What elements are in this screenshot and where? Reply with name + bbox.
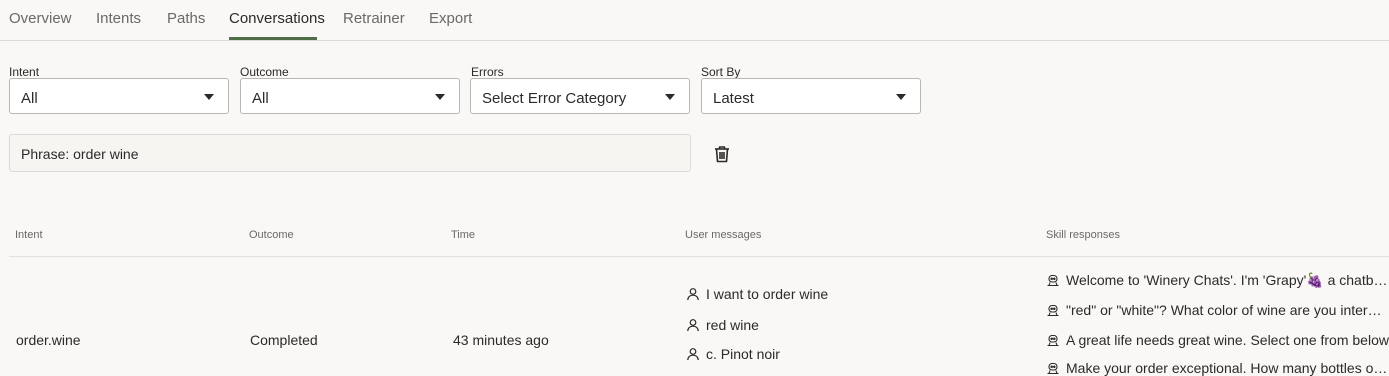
intent-select-value: All [21,90,38,107]
chevron-down-icon [896,94,906,100]
row-time: 43 minutes ago [453,332,549,348]
skill-response: Welcome to 'Winery Chats'. I'm 'Grapy'🍇 … [1046,272,1389,289]
tab-bar: Overview Intents Paths Conversations Ret… [0,0,1389,41]
skill-response-text: "red" or "white"? What color of wine are… [1066,302,1389,318]
intent-filter-label: Intent [9,65,40,79]
column-header-user-messages[interactable]: User messages [685,229,761,241]
skill-response-text: A great life needs great wine. Select on… [1066,332,1389,348]
chevron-down-icon [204,94,214,100]
row-intent: order.wine [16,332,81,348]
user-message-text: I want to order wine [706,286,829,302]
errors-filter-label: Errors [471,65,504,79]
column-header-intent[interactable]: Intent [15,229,43,241]
tab-intents[interactable]: Intents [96,10,141,27]
user-message-text: red wine [706,317,759,333]
errors-select[interactable]: Select Error Category [470,78,690,114]
trash-icon[interactable] [710,142,734,166]
bot-icon [1047,362,1059,375]
skill-response-text: Welcome to 'Winery Chats'. I'm 'Grapy'🍇 … [1066,272,1389,288]
chevron-down-icon [665,94,675,100]
tab-paths[interactable]: Paths [167,10,205,27]
skill-response-text: Make your order exceptional. How many bo… [1066,360,1389,376]
bot-icon [1047,274,1059,287]
user-message: red wine [686,317,759,333]
skill-response: A great life needs great wine. Select on… [1046,332,1389,348]
column-header-time[interactable]: Time [451,229,475,241]
tab-conversations[interactable]: Conversations [229,10,325,27]
errors-select-value: Select Error Category [482,90,627,107]
phrase-filter-text: Phrase: order wine [21,146,139,162]
tab-retrainer[interactable]: Retrainer [343,10,405,27]
sort-by-label: Sort By [701,65,741,79]
column-header-outcome[interactable]: Outcome [249,229,294,241]
intent-select[interactable]: All [9,78,229,114]
skill-response: Make your order exceptional. How many bo… [1046,360,1389,376]
phrase-filter-field[interactable]: Phrase: order wine [9,134,691,172]
sort-by-select-value: Latest [713,90,754,107]
user-message: c. Pinot noir [686,346,780,362]
user-icon [687,319,699,332]
column-header-skill-responses[interactable]: Skill responses [1046,229,1120,241]
user-message-text: c. Pinot noir [706,346,780,362]
tab-overview[interactable]: Overview [9,10,72,27]
user-message: I want to order wine [686,286,828,302]
table-header-divider [9,256,1389,257]
row-outcome: Completed [250,332,318,348]
sort-by-select[interactable]: Latest [701,78,921,114]
tab-export[interactable]: Export [429,10,472,27]
outcome-select[interactable]: All [240,78,460,114]
outcome-filter-label: Outcome [240,65,289,79]
bot-icon [1047,304,1059,317]
chevron-down-icon [435,94,445,100]
skill-response: "red" or "white"? What color of wine are… [1046,302,1389,318]
user-icon [687,288,699,301]
outcome-select-value: All [252,90,269,107]
bot-icon [1047,334,1059,347]
user-icon [687,348,699,361]
active-tab-indicator [229,37,317,40]
